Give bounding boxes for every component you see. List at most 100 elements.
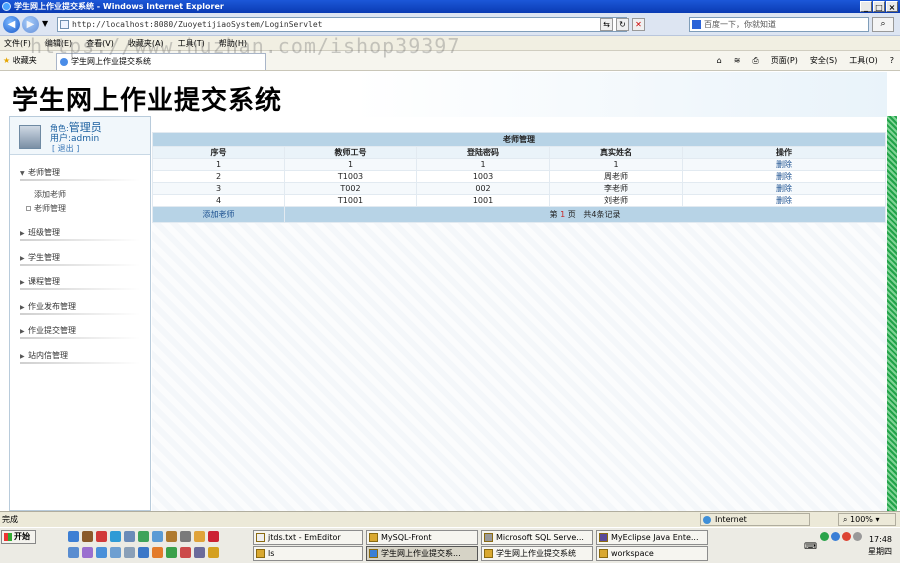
sidebar-subitem-add-teacher[interactable]: 添加老师 bbox=[26, 189, 66, 200]
back-icon[interactable]: ◀ bbox=[3, 16, 20, 33]
cell-teacher-id: 1 bbox=[284, 158, 417, 171]
sidebar-item-teacher-mgmt[interactable]: ▼ 老师管理 bbox=[20, 167, 140, 181]
task-folder-ls[interactable]: ls bbox=[253, 546, 363, 561]
quick-launch-icon[interactable] bbox=[68, 547, 79, 558]
cell-actions: 删除 bbox=[682, 194, 886, 207]
refresh-icon[interactable]: ↻ bbox=[616, 18, 629, 31]
user-panel: 角色:管理员 用户:admin [ 退出 ] bbox=[10, 117, 150, 155]
search-icon[interactable]: ⌕ bbox=[872, 17, 894, 32]
task-myeclipse[interactable]: MyEclipse Java Ente... bbox=[596, 530, 708, 545]
feeds-icon[interactable]: ≋ bbox=[734, 54, 741, 68]
cell-real-name: 周老师 bbox=[549, 170, 683, 183]
sidebar-item-label: 老师管理 bbox=[28, 168, 60, 177]
menu-tools[interactable]: 工具(T) bbox=[178, 36, 205, 50]
clock-time: 17:48 bbox=[868, 535, 892, 544]
cell-real-name: 1 bbox=[549, 158, 683, 171]
quick-launch-icon[interactable] bbox=[194, 547, 205, 558]
delete-link[interactable]: 删除 bbox=[776, 196, 792, 205]
cmd-safety[interactable]: 安全(S) bbox=[810, 54, 837, 68]
minimize-button[interactable]: _ bbox=[860, 1, 872, 12]
home-icon[interactable]: ⌂ bbox=[717, 54, 722, 68]
quick-launch-icon[interactable] bbox=[124, 531, 135, 542]
sidebar-item-student-mgmt[interactable]: ▶ 学生管理 bbox=[20, 252, 140, 266]
quick-launch-icon[interactable] bbox=[166, 547, 177, 558]
menu-edit[interactable]: 编辑(E) bbox=[45, 36, 72, 50]
col-header-real-name: 真实姓名 bbox=[549, 146, 683, 159]
quick-launch-icon[interactable] bbox=[152, 531, 163, 542]
quick-launch-icon[interactable] bbox=[152, 547, 163, 558]
quick-launch-icon[interactable] bbox=[82, 547, 93, 558]
menu-view[interactable]: 查看(V) bbox=[86, 36, 114, 50]
page-scrollbar[interactable] bbox=[887, 116, 897, 511]
tab-page-icon bbox=[60, 58, 68, 66]
url-input[interactable]: http://localhost:8080/ZuoyetijiaoSystem/… bbox=[57, 17, 627, 32]
avatar bbox=[19, 125, 41, 149]
cell-password: 1001 bbox=[416, 194, 550, 207]
tab-title: 学生网上作业提交系统 bbox=[71, 57, 151, 66]
search-input[interactable]: 百度一下，你就知道 bbox=[689, 17, 869, 32]
forward-icon[interactable]: ▶ bbox=[22, 16, 39, 33]
task-folder-project[interactable]: 学生网上作业提交系统 bbox=[481, 546, 593, 561]
quick-launch-icon[interactable] bbox=[82, 531, 93, 542]
quick-launch-icon[interactable] bbox=[110, 547, 121, 558]
task-ie-active[interactable]: 学生网上作业提交系... bbox=[366, 546, 478, 561]
task-sql-server[interactable]: Microsoft SQL Serve... bbox=[481, 530, 593, 545]
cell-index: 3 bbox=[152, 182, 285, 195]
quick-launch-icon[interactable] bbox=[138, 547, 149, 558]
close-button[interactable]: × bbox=[886, 1, 898, 12]
keyboard-icon[interactable]: ⌨ bbox=[804, 542, 817, 552]
cmd-tools[interactable]: 工具(O) bbox=[849, 54, 878, 68]
tray-icon[interactable] bbox=[842, 532, 851, 541]
print-icon[interactable]: ⎙ bbox=[752, 54, 758, 68]
quick-launch-icon[interactable] bbox=[180, 547, 191, 558]
task-folder-workspace[interactable]: workspace bbox=[596, 546, 708, 561]
quick-launch-icon[interactable] bbox=[194, 531, 205, 542]
quick-launch-icon[interactable] bbox=[166, 531, 177, 542]
start-button[interactable]: 开始 bbox=[1, 530, 36, 544]
history-dropdown-icon[interactable]: ▼ bbox=[42, 19, 48, 28]
task-emeditor[interactable]: jtds.txt - EmEditor bbox=[253, 530, 363, 545]
quick-launch-icon[interactable] bbox=[68, 531, 79, 542]
sidebar-item-messages[interactable]: ▶ 站内信管理 bbox=[20, 350, 140, 364]
zoom-control[interactable]: ⌕ 100% ▾ bbox=[838, 513, 896, 526]
tray-icon[interactable] bbox=[820, 532, 829, 541]
table-caption-row: 老师管理 bbox=[152, 132, 886, 147]
quick-launch-icon[interactable] bbox=[110, 531, 121, 542]
site-banner: 学生网上作业提交系统 bbox=[0, 72, 887, 117]
stop-icon[interactable]: ✕ bbox=[632, 18, 645, 31]
quick-launch-icon[interactable] bbox=[208, 531, 219, 542]
delete-link[interactable]: 删除 bbox=[776, 160, 792, 169]
sidebar-item-homework-publish[interactable]: ▶ 作业发布管理 bbox=[20, 301, 140, 315]
sidebar-item-class-mgmt[interactable]: ▶ 班级管理 bbox=[20, 227, 140, 241]
menu-file[interactable]: 文件(F) bbox=[4, 36, 31, 50]
favorites-button[interactable]: ★ 收藏夹 bbox=[3, 55, 37, 67]
quick-launch-icon[interactable] bbox=[96, 547, 107, 558]
tray-icon[interactable] bbox=[853, 532, 862, 541]
menu-help[interactable]: 帮助(H) bbox=[219, 36, 247, 50]
tray-icon[interactable] bbox=[831, 532, 840, 541]
chevron-right-icon: ▶ bbox=[20, 230, 25, 237]
quick-launch-icon[interactable] bbox=[180, 531, 191, 542]
clock[interactable]: 17:48 星期四 bbox=[868, 534, 892, 558]
browser-tab[interactable]: 学生网上作业提交系统 bbox=[56, 53, 266, 70]
add-teacher-link[interactable]: 添加老师 bbox=[203, 210, 235, 219]
sidebar-subitem-teacher-list[interactable]: 老师管理 bbox=[26, 203, 66, 214]
quick-launch-icon[interactable] bbox=[208, 547, 219, 558]
task-mysql-front[interactable]: MySQL-Front bbox=[366, 530, 478, 545]
help-icon[interactable]: ? bbox=[890, 54, 894, 68]
menu-favorites[interactable]: 收藏夹(A) bbox=[128, 36, 164, 50]
delete-link[interactable]: 删除 bbox=[776, 172, 792, 181]
page-number[interactable]: 1 bbox=[560, 210, 565, 219]
quick-launch-icon[interactable] bbox=[96, 531, 107, 542]
sidebar-item-course-mgmt[interactable]: ▶ 课程管理 bbox=[20, 276, 140, 290]
sidebar-item-homework-submit[interactable]: ▶ 作业提交管理 bbox=[20, 325, 140, 339]
maximize-button[interactable]: □ bbox=[873, 1, 885, 12]
compat-view-icon[interactable]: ⇆ bbox=[600, 18, 613, 31]
quick-launch-icon[interactable] bbox=[138, 531, 149, 542]
logout-link[interactable]: [ 退出 ] bbox=[52, 143, 79, 154]
delete-link[interactable]: 删除 bbox=[776, 184, 792, 193]
quick-launch-icon[interactable] bbox=[124, 547, 135, 558]
cmd-page[interactable]: 页面(P) bbox=[771, 54, 798, 68]
cell-index: 2 bbox=[152, 170, 285, 183]
status-bar: 完成 Internet ⌕ 100% ▾ bbox=[0, 511, 900, 527]
